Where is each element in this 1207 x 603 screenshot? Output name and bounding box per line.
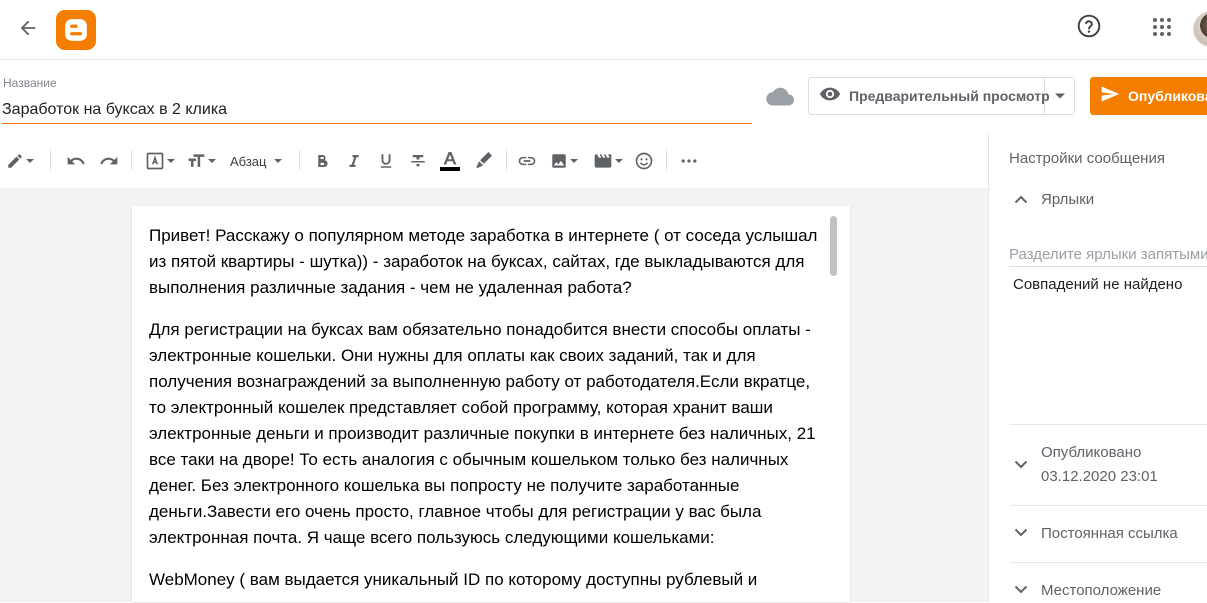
- caret-down-icon: [1054, 87, 1066, 105]
- italic-icon[interactable]: [345, 149, 363, 173]
- published-date: 03.12.2020 23:01: [1041, 468, 1158, 485]
- paragraph-style-dropdown[interactable]: Абзац: [230, 149, 283, 173]
- location-section-toggle[interactable]: Местоположение: [1010, 579, 1161, 603]
- no-matches-text: Совпадений не найдено: [1013, 276, 1183, 293]
- labels-section-label: Ярлыки: [1041, 191, 1095, 208]
- strikethrough-icon[interactable]: [409, 149, 427, 173]
- chevron-down-icon: [1010, 454, 1032, 476]
- top-bar: [0, 0, 1207, 60]
- publish-label: Опубликовать: [1128, 88, 1207, 104]
- highlight-icon[interactable]: [473, 149, 493, 173]
- insert-image-icon[interactable]: [550, 149, 578, 173]
- redo-icon[interactable]: [99, 149, 119, 173]
- underline-icon[interactable]: [377, 149, 395, 173]
- eye-icon: [819, 83, 841, 110]
- more-options-icon[interactable]: [679, 149, 699, 173]
- send-icon: [1100, 84, 1120, 109]
- editor-scrollbar-thumb[interactable]: [830, 216, 837, 276]
- preview-button[interactable]: Предварительный просмотр: [809, 78, 1050, 114]
- apps-grid-icon[interactable]: [1150, 15, 1176, 41]
- post-body[interactable]: Привет! Расскажу о популярном методе зар…: [149, 223, 825, 602]
- chevron-down-icon: [1010, 522, 1032, 544]
- pen-mode-icon[interactable]: [6, 149, 34, 173]
- labels-input[interactable]: [1009, 243, 1207, 267]
- text-size-icon[interactable]: [186, 149, 216, 173]
- toolbar-divider: [506, 150, 507, 170]
- preview-label: Предварительный просмотр: [849, 88, 1050, 104]
- preview-button-group: Предварительный просмотр: [808, 77, 1075, 115]
- toolbar-divider: [299, 150, 300, 170]
- caret-down-icon: [274, 159, 283, 163]
- chevron-down-icon: [1010, 579, 1032, 601]
- location-label: Местоположение: [1041, 582, 1162, 599]
- paragraph: WebMoney ( вам выдается уникальный ID по…: [149, 570, 758, 589]
- post-settings-title: Настройки сообщения: [1009, 150, 1165, 167]
- bold-icon[interactable]: [313, 149, 331, 173]
- permalink-label: Постоянная ссылка: [1041, 525, 1178, 542]
- undo-icon[interactable]: [66, 149, 86, 173]
- paragraph-style-label: Абзац: [230, 153, 267, 169]
- text-color-icon[interactable]: [440, 149, 460, 173]
- chevron-up-icon: [1010, 188, 1032, 210]
- title-label: Название: [3, 76, 57, 90]
- section-divider: [1010, 424, 1207, 425]
- published-label: Опубликовано: [1041, 444, 1142, 461]
- back-arrow-icon[interactable]: [14, 14, 42, 42]
- link-icon[interactable]: [517, 149, 537, 173]
- cloud-saved-icon: [766, 85, 795, 107]
- blogger-logo-icon[interactable]: [56, 10, 96, 50]
- toolbar-divider: [131, 150, 132, 170]
- section-divider: [1010, 562, 1207, 563]
- help-icon[interactable]: [1076, 13, 1102, 39]
- preview-dropdown[interactable]: [1045, 78, 1074, 114]
- permalink-section-toggle[interactable]: Постоянная ссылка: [1010, 522, 1178, 546]
- section-divider: [1010, 505, 1207, 506]
- post-title-input[interactable]: [2, 96, 752, 124]
- insert-video-icon[interactable]: [593, 149, 623, 173]
- published-section-toggle[interactable]: Опубликовано 03.12.2020 23:01: [1010, 441, 1158, 489]
- labels-section-toggle[interactable]: Ярлыки: [1010, 188, 1094, 212]
- emoji-icon[interactable]: [634, 149, 654, 173]
- publish-button[interactable]: Опубликовать: [1090, 77, 1207, 115]
- editor-page[interactable]: Привет! Расскажу о популярном методе зар…: [132, 206, 850, 602]
- toolbar-divider: [50, 150, 51, 170]
- toolbar-divider: [666, 150, 667, 170]
- paragraph: Привет! Расскажу о популярном методе зар…: [149, 226, 818, 297]
- font-family-icon[interactable]: [145, 149, 175, 173]
- paragraph: Для регистрации на буксах вам обязательн…: [149, 320, 816, 547]
